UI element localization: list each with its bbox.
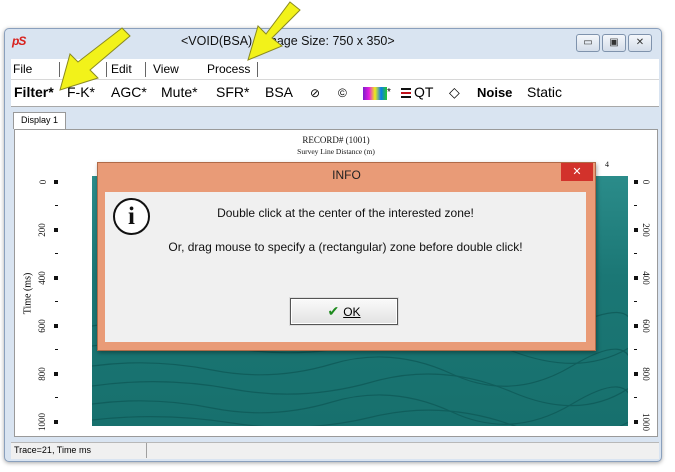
y-minor-tick-right	[634, 205, 637, 206]
menu-view[interactable]: View	[153, 62, 179, 76]
x-axis-title: Survey Line Distance (m)	[297, 147, 375, 156]
y-tick-right	[634, 372, 638, 376]
display-tabs: Display 1	[11, 112, 659, 129]
y-tick-label-right: 600	[641, 319, 651, 333]
close-button[interactable]: ✕	[628, 34, 652, 52]
y-tick-label-left: 800	[37, 367, 47, 381]
y-tick-left	[54, 420, 58, 424]
qt-menu-icon	[401, 88, 411, 98]
y-tick-right	[634, 276, 638, 280]
maximize-button[interactable]: ▣	[602, 34, 626, 52]
y-tick-label-left: 600	[37, 319, 47, 333]
y-tick-right	[634, 180, 638, 184]
y-tick-right	[634, 420, 638, 424]
menu-separator	[257, 62, 258, 77]
annotation-arrow-right	[247, 1, 301, 61]
diamond-tool-icon[interactable]: ◇	[449, 84, 460, 101]
x-tick-label: 4	[605, 160, 609, 169]
y-tick-left	[54, 180, 58, 184]
dialog-title: INFO	[332, 168, 361, 182]
dialog-body: i Double click at the center of the inte…	[105, 192, 586, 342]
dialog-message-line1: Double click at the center of the intere…	[217, 206, 474, 220]
menu-process[interactable]: Process	[207, 62, 250, 76]
y-tick-left	[54, 324, 58, 328]
ok-label: OK	[343, 305, 361, 319]
tab-display-1[interactable]: Display 1	[13, 112, 66, 129]
y-minor-tick-right	[634, 397, 637, 398]
info-dialog: INFO ✕ i Double click at the center of t…	[97, 162, 596, 351]
static-button[interactable]: Static	[527, 84, 562, 100]
y-tick-label-left: 200	[37, 223, 47, 237]
menu-separator	[145, 62, 146, 77]
y-tick-label-right: 400	[641, 271, 651, 285]
annotation-arrow-left	[59, 27, 131, 91]
minimize-button[interactable]: ▭	[576, 34, 600, 52]
y-tick-left	[54, 372, 58, 376]
y-tick-label-left: 0	[38, 179, 48, 185]
record-title: RECORD# (1001)	[302, 135, 370, 145]
color-palette-icon	[363, 87, 387, 100]
status-trace-time: Trace=21, Time ms	[11, 443, 147, 458]
app-logo-icon: pS	[12, 34, 26, 48]
filter-button[interactable]: Filter*	[14, 84, 54, 100]
y-tick-right	[634, 228, 638, 232]
color-palette-suffix: *	[387, 87, 391, 98]
qt-button[interactable]: QT	[414, 84, 433, 100]
y-tick-label-left: 400	[37, 271, 47, 285]
y-minor-tick-right	[634, 349, 637, 350]
bsa-button[interactable]: BSA	[265, 84, 293, 100]
y-minor-tick-right	[634, 301, 637, 302]
copyright-tool-icon[interactable]: ©	[338, 86, 347, 100]
menu-file[interactable]: File	[13, 62, 32, 76]
ok-button[interactable]: ✔ OK	[290, 298, 398, 325]
noise-button[interactable]: Noise	[477, 85, 512, 100]
color-palette-button[interactable]: *	[363, 87, 391, 103]
y-axis-title: Time (ms)	[22, 272, 34, 315]
y-minor-tick-left	[55, 349, 58, 350]
dialog-close-button[interactable]: ✕	[561, 163, 593, 181]
y-minor-tick-left	[55, 397, 58, 398]
y-tick-label-left: 1000	[37, 413, 47, 431]
y-tick-right	[634, 324, 638, 328]
y-tick-label-right: 200	[641, 223, 651, 237]
y-tick-label-right: 1000	[641, 413, 651, 431]
y-tick-left	[54, 228, 58, 232]
y-minor-tick-left	[55, 205, 58, 206]
y-minor-tick-left	[55, 253, 58, 254]
y-minor-tick-right	[634, 253, 637, 254]
circle-tool-icon[interactable]: ⊘	[310, 86, 320, 100]
mute-button[interactable]: Mute*	[161, 84, 198, 100]
dialog-message-line2: Or, drag mouse to specify a (rectangular…	[168, 240, 523, 254]
y-tick-label-right: 800	[641, 367, 651, 381]
y-tick-label-right: 0	[641, 179, 651, 185]
status-bar: Trace=21, Time ms	[11, 442, 659, 459]
y-tick-left	[54, 276, 58, 280]
checkmark-icon: ✔	[327, 303, 340, 319]
sfr-button[interactable]: SFR*	[216, 84, 249, 100]
y-minor-tick-left	[55, 301, 58, 302]
